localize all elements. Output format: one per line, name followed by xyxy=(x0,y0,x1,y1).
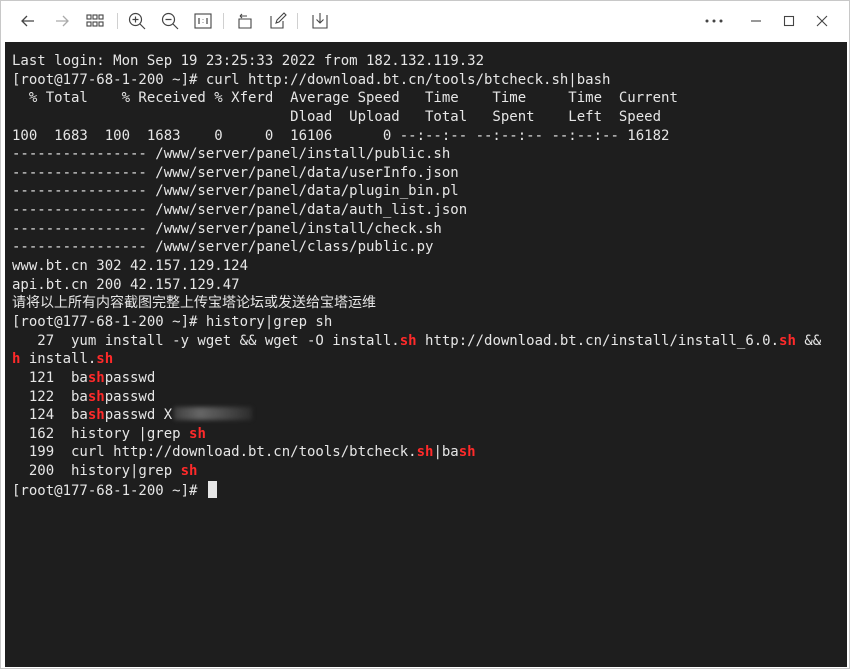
terminal-text: Last login: Mon Sep 19 23:25:33 2022 fro… xyxy=(12,53,485,69)
toolbar-separator xyxy=(223,13,224,29)
terminal-text: 162 history |grep xyxy=(12,425,190,442)
minimize-button[interactable] xyxy=(744,9,768,33)
actual-size-button[interactable] xyxy=(191,9,215,33)
terminal-text: ---------------- /www/server/panel/data/… xyxy=(12,164,459,181)
terminal-text: 200 history|grep xyxy=(12,463,181,480)
terminal-text: ---------------- /www/server/panel/data/… xyxy=(12,202,468,219)
terminal-cursor xyxy=(207,480,217,498)
match-highlight: sh xyxy=(87,369,105,386)
more-button[interactable] xyxy=(702,9,726,33)
terminal-output: Last login: Mon Sep 19 23:25:33 2022 fro… xyxy=(12,52,821,499)
terminal-line: ---------------- /www/server/panel/class… xyxy=(12,238,821,257)
zoom-in-icon xyxy=(128,12,146,30)
terminal-line: [root@177-68-1-200 ~]# curl http://downl… xyxy=(12,71,821,90)
rotate-icon xyxy=(238,13,252,29)
match-highlight: sh xyxy=(180,463,198,480)
terminal-line: 199 curl http://download.bt.cn/tools/btc… xyxy=(12,443,821,462)
terminal-line: 200 history|grep sh xyxy=(12,462,821,481)
terminal-text: api.bt.cn 200 42.157.129.47 xyxy=(12,276,240,293)
terminal-text: 100 1683 100 1683 0 0 16106 0 --:--:-- -… xyxy=(12,127,670,144)
arrow-left-icon xyxy=(21,15,34,27)
close-icon xyxy=(816,15,828,27)
back-button[interactable] xyxy=(16,9,40,33)
match-highlight: sh xyxy=(189,425,206,442)
terminal-text: [root@177-68-1-200 ~]# curl http://downl… xyxy=(12,71,611,88)
match-highlight: sh xyxy=(87,388,105,405)
terminal-line: ---------------- /www/server/panel/insta… xyxy=(12,145,821,164)
terminal-text: ---------------- /www/server/panel/data/… xyxy=(12,183,459,200)
terminal-text: |ba xyxy=(433,444,459,461)
image-viewer-window: Last login: Mon Sep 19 23:25:33 2022 fro… xyxy=(0,0,850,669)
close-button[interactable] xyxy=(810,9,834,33)
terminal-line: 请将以上所有内容截图完整上传宝塔论坛或发送给宝塔运维 xyxy=(12,294,821,313)
zoom-out-icon xyxy=(161,12,179,30)
terminal-text: 122 ba xyxy=(12,388,88,405)
match-highlight: sh xyxy=(87,407,105,424)
save-icon xyxy=(312,13,328,29)
edit-button[interactable] xyxy=(266,9,290,33)
thumbnails-button[interactable] xyxy=(83,9,107,33)
terminal-text: passwd xyxy=(104,388,156,405)
terminal-text: Dload Upload Total Spent Left Speed xyxy=(12,108,662,125)
terminal-text: passwd X xyxy=(104,407,173,424)
forward-button[interactable] xyxy=(50,9,74,33)
more-icon xyxy=(705,19,723,23)
terminal-line: api.bt.cn 200 42.157.129.47 xyxy=(12,276,821,295)
terminal-text: install. xyxy=(20,351,97,368)
terminal-line: 121 bashpasswd xyxy=(12,369,821,388)
terminal-text: 199 curl http://download.bt.cn/tools/btc… xyxy=(12,444,417,461)
arrow-right-icon xyxy=(56,15,69,27)
terminal-text: http://download.bt.cn/install/install_6.… xyxy=(416,332,780,349)
terminal-text: % Total % Received % Xferd Average Speed… xyxy=(12,90,678,107)
terminal-line: Dload Upload Total Spent Left Speed xyxy=(12,108,821,127)
maximize-icon xyxy=(783,15,795,27)
terminal-text: [root@177-68-1-200 ~]# xyxy=(12,482,206,499)
terminal-line: ---------------- /www/server/panel/data/… xyxy=(12,201,821,220)
terminal-line: 27 yum install -y wget && wget -O instal… xyxy=(12,332,821,351)
terminal-line: h install.sh xyxy=(12,350,821,369)
terminal-line: ---------------- /www/server/panel/data/… xyxy=(12,164,821,183)
zoom-in-button[interactable] xyxy=(125,9,149,33)
maximize-button[interactable] xyxy=(777,9,801,33)
save-button[interactable] xyxy=(308,9,332,33)
terminal-text: [root@177-68-1-200 ~]# history|grep sh xyxy=(12,313,333,330)
terminal-text: www.bt.cn 302 42.157.129.124 xyxy=(12,258,249,275)
terminal-screenshot: Last login: Mon Sep 19 23:25:33 2022 fro… xyxy=(5,42,847,667)
match-highlight: sh xyxy=(96,351,114,368)
grid-icon xyxy=(86,14,104,27)
match-highlight: sh xyxy=(416,444,434,461)
redacted-blur xyxy=(174,407,253,421)
toolbar-separator xyxy=(297,13,298,29)
edit-icon xyxy=(270,12,287,29)
match-highlight: sh xyxy=(779,332,796,349)
actual-size-icon xyxy=(194,13,212,29)
match-highlight: sh xyxy=(399,332,417,349)
terminal-text: 27 yum install -y wget && wget -O instal… xyxy=(12,332,400,349)
terminal-line: 122 bashpasswd xyxy=(12,388,821,407)
viewer-toolbar xyxy=(1,1,849,41)
terminal-text: ---------------- /www/server/panel/insta… xyxy=(12,146,451,163)
terminal-text: 请将以上所有内容截图完整上传宝塔论坛或发送给宝塔运维 xyxy=(12,295,376,312)
terminal-line: % Total % Received % Xferd Average Speed… xyxy=(12,89,821,108)
rotate-button[interactable] xyxy=(233,9,257,33)
terminal-line: Last login: Mon Sep 19 23:25:33 2022 fro… xyxy=(12,52,821,71)
terminal-text: && xyxy=(795,332,822,349)
terminal-text: 124 ba xyxy=(12,407,88,424)
terminal-line: www.bt.cn 302 42.157.129.124 xyxy=(12,257,821,276)
terminal-text: ---------------- /www/server/panel/class… xyxy=(12,239,434,256)
terminal-line: 124 bashpasswd X xyxy=(12,406,821,425)
zoom-out-button[interactable] xyxy=(158,9,182,33)
terminal-line: [root@177-68-1-200 ~]# xyxy=(12,480,821,500)
toolbar-separator xyxy=(117,13,118,29)
terminal-line: ---------------- /www/server/panel/insta… xyxy=(12,220,821,239)
minimize-icon xyxy=(751,20,761,22)
terminal-text: passwd xyxy=(104,369,156,386)
terminal-text: ---------------- /www/server/panel/insta… xyxy=(12,220,442,237)
terminal-text: 121 ba xyxy=(12,369,88,386)
terminal-line: 100 1683 100 1683 0 0 16106 0 --:--:-- -… xyxy=(12,127,821,146)
terminal-line: ---------------- /www/server/panel/data/… xyxy=(12,182,821,201)
match-highlight: sh xyxy=(458,444,476,461)
terminal-line: [root@177-68-1-200 ~]# history|grep sh xyxy=(12,313,821,332)
terminal-line: 162 history |grep sh xyxy=(12,425,821,444)
